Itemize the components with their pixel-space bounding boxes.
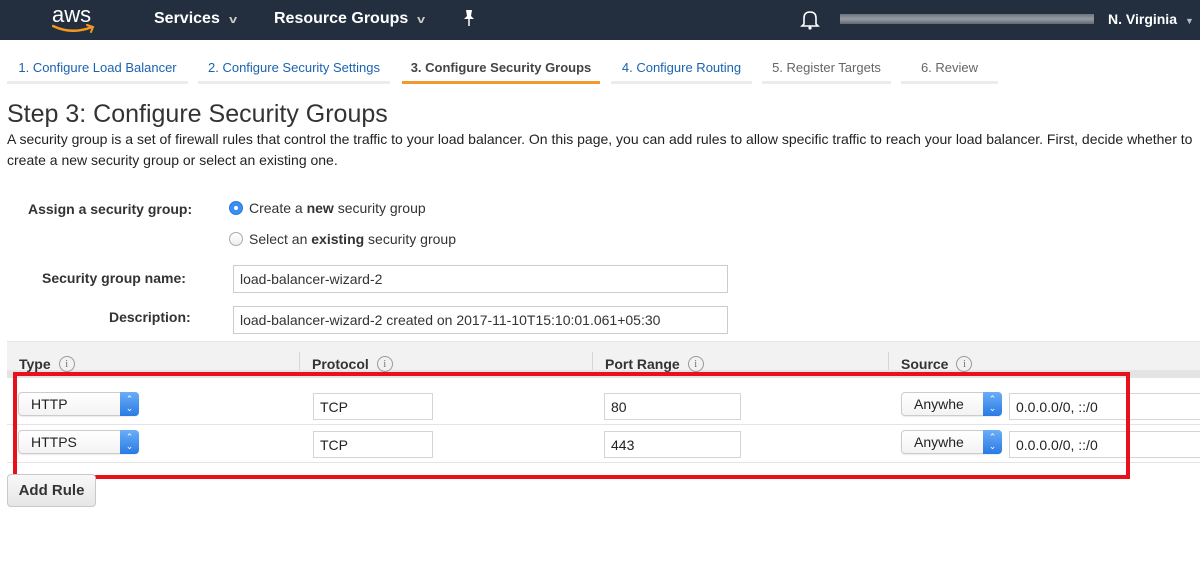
tab-configure-load-balancer[interactable]: 1. Configure Load Balancer <box>7 58 188 84</box>
resource-groups-menu-label: Resource Groups <box>274 10 409 27</box>
region-label: N. Virginia <box>1108 11 1177 27</box>
select-arrows-icon: ⌃ ⌄ <box>120 392 139 416</box>
page-title: Step 3: Configure Security Groups <box>7 100 388 128</box>
radio-label-prefix: Select an <box>249 231 312 247</box>
type-select[interactable]: HTTPS ⌃ ⌄ <box>18 430 139 454</box>
radio-label-suffix: security group <box>364 231 456 247</box>
resource-groups-menu[interactable]: Resource Groups v <box>274 10 426 28</box>
tab-configure-security-groups[interactable]: 3. Configure Security Groups <box>402 58 600 84</box>
source-select[interactable]: Anywhe ⌃ ⌄ <box>901 392 1002 416</box>
source-select-value: Anywhe <box>914 396 964 412</box>
type-select-value: HTTPS <box>31 434 77 450</box>
info-icon[interactable]: i <box>376 356 393 372</box>
radio-label-suffix: security group <box>333 200 426 216</box>
column-divider <box>888 352 889 370</box>
page-description-line-2: create a new security group or select an… <box>7 152 338 168</box>
tab-register-targets: 5. Register Targets <box>762 58 891 84</box>
description-input[interactable]: load-balancer-wizard-2 created on 2017-1… <box>233 306 728 334</box>
radio-create-new-security-group[interactable]: Create a new security group <box>229 200 426 216</box>
services-menu-label: Services <box>154 10 220 27</box>
security-group-name-label: Security group name: <box>42 270 186 286</box>
select-arrows-icon: ⌃ ⌄ <box>983 392 1002 416</box>
notifications-bell-icon[interactable] <box>800 9 820 36</box>
radio-label: Create a new security group <box>249 200 426 216</box>
column-header-label: Type <box>19 356 51 372</box>
column-header-type: Type i <box>19 356 75 372</box>
radio-button-unchecked[interactable] <box>229 232 243 246</box>
port-range-input[interactable]: 443 <box>604 431 741 458</box>
column-header-label: Source <box>901 356 949 372</box>
column-header-source: Source i <box>901 356 973 372</box>
radio-label-prefix: Create a <box>249 200 307 216</box>
table-row: HTTPS ⌃ ⌄ TCP 443 Anywhe ⌃ ⌄ 0.0.0.0/0, ::… <box>7 425 1200 463</box>
column-header-port-range: Port Range i <box>605 356 704 372</box>
aws-logo[interactable]: aws <box>50 2 102 36</box>
pin-icon[interactable] <box>462 9 476 31</box>
radio-label: Select an existing security group <box>249 231 456 247</box>
column-header-protocol: Protocol i <box>312 356 393 372</box>
radio-label-bold: existing <box>311 231 365 247</box>
protocol-field: TCP <box>313 431 433 458</box>
caret-down-icon: ▼ <box>1184 16 1194 26</box>
rules-table-header: Type i Protocol i Port Range i Source i <box>7 341 1200 378</box>
top-navigation-bar: aws Services v Resource Groups v N. Virgin… <box>0 0 1200 40</box>
source-cidr-input[interactable]: 0.0.0.0/0, ::/0 <box>1009 393 1200 420</box>
region-selector[interactable]: N. Virginia ▼ <box>1108 11 1194 27</box>
services-menu[interactable]: Services v <box>154 10 237 28</box>
source-cidr-input[interactable]: 0.0.0.0/0, ::/0 <box>1009 431 1200 458</box>
type-select-value: HTTP <box>31 396 68 412</box>
info-icon[interactable]: i <box>58 356 75 372</box>
account-menu-blurred[interactable] <box>840 14 1094 24</box>
column-header-label: Port Range <box>605 356 680 372</box>
radio-select-existing-security-group[interactable]: Select an existing security group <box>229 231 456 247</box>
chevron-down-icon: v <box>417 14 426 26</box>
tab-configure-security-settings[interactable]: 2. Configure Security Settings <box>198 58 390 84</box>
assign-security-group-label: Assign a security group: <box>28 201 193 217</box>
description-label: Description: <box>109 309 191 325</box>
page-description-line-1: A security group is a set of firewall ru… <box>7 131 1193 147</box>
info-icon[interactable]: i <box>956 356 973 372</box>
source-select[interactable]: Anywhe ⌃ ⌄ <box>901 430 1002 454</box>
tab-review: 6. Review <box>901 58 998 84</box>
add-rule-button[interactable]: Add Rule <box>7 474 96 507</box>
radio-button-checked[interactable] <box>229 201 243 215</box>
port-range-input[interactable]: 80 <box>604 393 741 420</box>
select-arrows-icon: ⌃ ⌄ <box>120 430 139 454</box>
source-select-value: Anywhe <box>914 434 964 450</box>
protocol-field: TCP <box>313 393 433 420</box>
page-description: A security group is a set of firewall ru… <box>7 129 1200 171</box>
header-band <box>7 370 1200 378</box>
column-header-label: Protocol <box>312 356 369 372</box>
tab-configure-routing[interactable]: 4. Configure Routing <box>611 58 752 84</box>
chevron-down-icon: v <box>228 14 237 26</box>
column-divider <box>299 352 300 370</box>
info-icon[interactable]: i <box>687 356 704 372</box>
type-select[interactable]: HTTP ⌃ ⌄ <box>18 392 139 416</box>
aws-smile-icon <box>52 24 95 33</box>
radio-label-bold: new <box>306 200 334 216</box>
table-row: HTTP ⌃ ⌄ TCP 80 Anywhe ⌃ ⌄ 0.0.0.0/0, ::/0 <box>7 387 1200 425</box>
column-divider <box>592 352 593 370</box>
wizard-steps: 1. Configure Load Balancer 2. Configure … <box>0 40 1200 84</box>
security-group-name-input[interactable]: load-balancer-wizard-2 <box>233 265 728 293</box>
select-arrows-icon: ⌃ ⌄ <box>983 430 1002 454</box>
